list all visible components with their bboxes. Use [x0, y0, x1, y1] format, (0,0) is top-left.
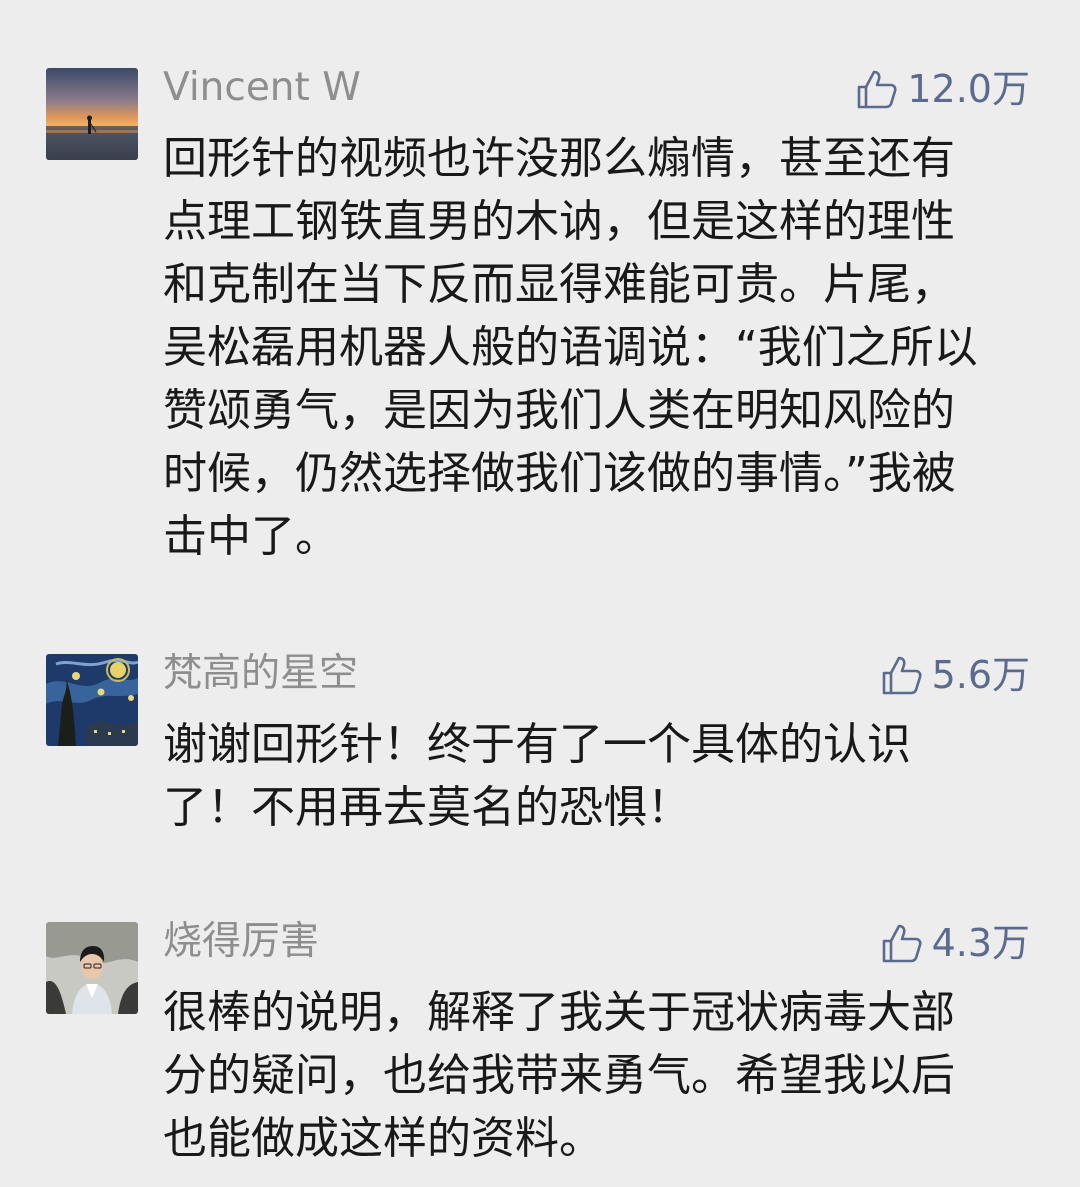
comment-text: 谢谢回形针！终于有了一个具体的认识 了！不用再去莫名的恐惧！: [163, 713, 1033, 839]
comment-line: 了！不用再去莫名的恐惧！: [163, 782, 691, 833]
like-count: 4.3万: [931, 921, 1030, 965]
like-button[interactable]: 5.6万: [880, 652, 1030, 698]
comment-line: 也能做成这样的资料。: [163, 1113, 603, 1164]
avatar[interactable]: [46, 654, 138, 746]
thumbs-up-icon: [858, 70, 897, 109]
comment-line: 赞颂勇气，是因为我们人类在明知风险的: [163, 385, 955, 436]
comment-line: 回形针的视频也许没那么煽情，甚至还有: [163, 133, 955, 184]
comment-text: 很棒的说明，解释了我关于冠状病毒大部 分的疑问，也给我带来勇气。希望我以后 也能…: [163, 981, 1033, 1170]
comment-line: 点理工钢铁直男的木讷，但是这样的理性: [163, 196, 955, 247]
comment-line: 谢谢回形针！终于有了一个具体的认识: [163, 719, 911, 770]
comment-line: 和克制在当下反而显得难能可贵。片尾，: [163, 259, 955, 310]
comment-author[interactable]: 烧得厉害: [163, 920, 319, 964]
comment-line: 吴松磊用机器人般的语调说：“我们之所以: [163, 322, 978, 373]
like-count: 5.6万: [931, 653, 1030, 697]
comment-text: 回形针的视频也许没那么煽情，甚至还有 点理工钢铁直男的木讷，但是这样的理性 和克…: [163, 127, 1033, 568]
comment-line: 很棒的说明，解释了我关于冠状病毒大部: [163, 987, 955, 1038]
comment-author[interactable]: Vincent W: [163, 66, 361, 110]
like-button[interactable]: 12.0万: [855, 66, 1030, 112]
comment-list: Vincent W 12.0万 回形针的视频也许没那么煽情，甚至还有 点理工钢铁…: [0, 0, 1080, 1187]
comment-line: 击中了。: [163, 511, 339, 562]
like-button[interactable]: 4.3万: [880, 920, 1030, 966]
person-portrait-avatar-image: [46, 922, 138, 1014]
comment-line: 分的疑问，也给我带来勇气。希望我以后: [163, 1050, 955, 1101]
comment-author[interactable]: 梵高的星空: [163, 652, 358, 696]
sunset-beach-avatar-image: [46, 68, 138, 160]
thumbs-up-icon: [882, 924, 922, 963]
avatar[interactable]: [46, 68, 138, 160]
comment-line: 时候，仍然选择做我们该做的事情。”我被: [163, 448, 956, 499]
like-count: 12.0万: [907, 67, 1030, 111]
starry-night-avatar-image: [46, 654, 138, 746]
avatar[interactable]: [46, 922, 138, 1014]
thumbs-up-icon: [882, 656, 922, 695]
